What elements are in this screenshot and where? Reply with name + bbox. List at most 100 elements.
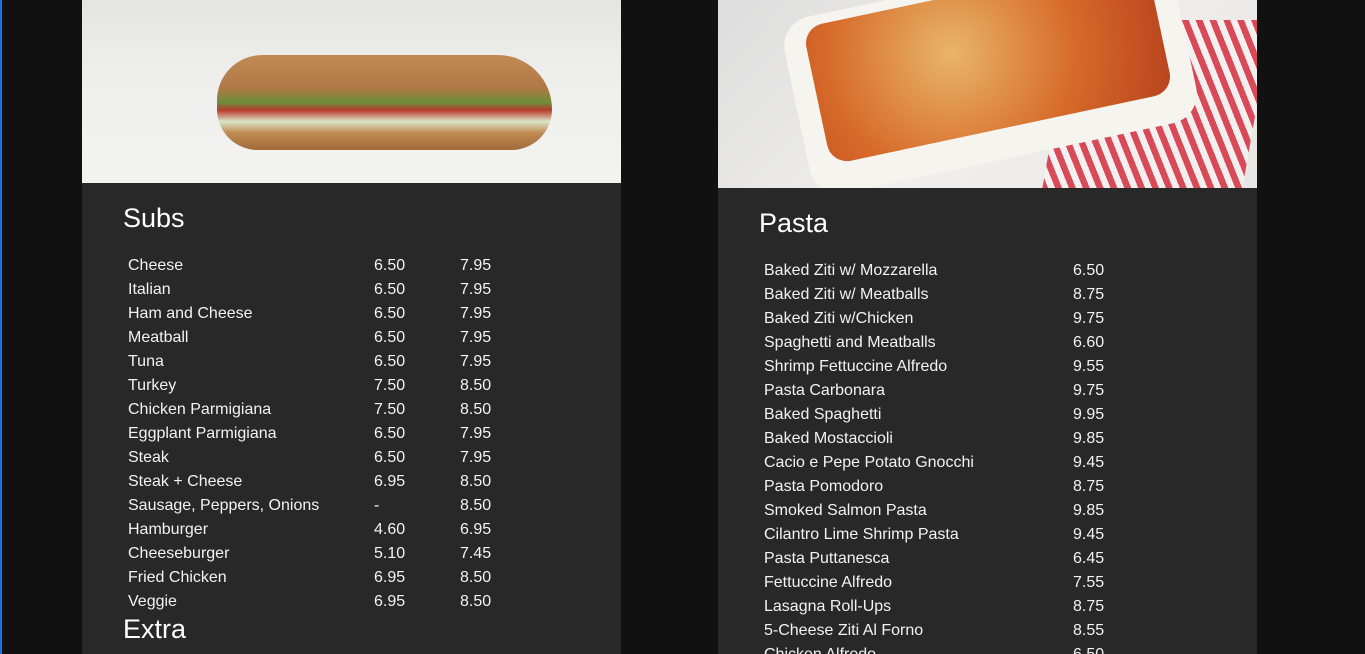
menu-item-small: 4.60 — [374, 521, 406, 538]
menu-item-price: 9.55 — [1073, 358, 1105, 375]
menu-item-large: 7.95 — [460, 353, 492, 370]
menu-item-price: 6.45 — [1073, 550, 1105, 567]
pasta-menu-card: Pasta Baked Ziti w/ Mozzarella 6.50 Baked … — [718, 0, 1257, 654]
menu-item-price: 6.60 — [1073, 334, 1105, 351]
baked-pasta-image — [718, 0, 1257, 188]
extra-heading: Extra — [123, 614, 187, 644]
menu-item-name: Shrimp Fettuccine Alfredo — [764, 358, 948, 375]
menu-item-name: Fettuccine Alfredo — [764, 574, 893, 591]
menu-item-row: Cheese 6.50 7.95 — [126, 254, 493, 278]
menu-item-large: 8.50 — [460, 473, 492, 490]
subs-heading: Subs — [123, 203, 185, 233]
menu-item-row: Eggplant Parmigiana 6.50 7.95 — [126, 422, 493, 446]
menu-item-small: 6.50 — [374, 449, 406, 466]
menu-item-name: Pasta Carbonara — [764, 382, 885, 399]
menu-item-row: Ham and Cheese 6.50 7.95 — [126, 302, 493, 326]
menu-item-name: Tuna — [128, 353, 164, 370]
menu-item-row: Lasagna Roll-Ups 8.75 — [762, 595, 1106, 619]
menu-item-small: 5.10 — [374, 545, 406, 562]
menu-item-name: Spaghetti and Meatballs — [764, 334, 936, 351]
menu-item-name: Cheeseburger — [128, 545, 230, 562]
menu-item-small: 6.50 — [374, 329, 406, 346]
menu-item-name: Ham and Cheese — [128, 305, 253, 322]
menu-item-price: 9.75 — [1073, 310, 1105, 327]
menu-item-small: 6.95 — [374, 473, 406, 490]
menu-item-price: 9.85 — [1073, 430, 1105, 447]
menu-item-row: Cilantro Lime Shrimp Pasta 9.45 — [762, 523, 1106, 547]
menu-item-small: 7.50 — [374, 401, 406, 418]
menu-item-price: 9.45 — [1073, 526, 1105, 543]
menu-item-row: Cheeseburger 5.10 7.45 — [126, 542, 493, 566]
menu-item-row: 5-Cheese Ziti Al Forno 8.55 — [762, 619, 1106, 643]
menu-item-name: Hamburger — [128, 521, 209, 538]
menu-item-row: Chicken Alfredo6.50 — [762, 643, 1106, 654]
menu-item-large: 8.50 — [460, 569, 492, 586]
menu-item-price: 9.85 — [1073, 502, 1105, 519]
menu-item-row: Baked Spaghetti 9.95 — [762, 403, 1106, 427]
menu-item-row: Chicken Parmigiana 7.50 8.50 — [126, 398, 493, 422]
menu-item-name: Steak — [128, 449, 169, 466]
menu-item-large: 8.50 — [460, 401, 492, 418]
menu-item-price: 9.95 — [1073, 406, 1105, 423]
menu-item-price: 6.50 — [1071, 643, 1106, 654]
menu-item-name: Cilantro Lime Shrimp Pasta — [764, 526, 959, 543]
menu-item-row: Steak 6.50 7.95 — [126, 446, 493, 470]
menu-item-price: 9.75 — [1073, 382, 1105, 399]
menu-item-row: Pasta Pomodoro 8.75 — [762, 475, 1106, 499]
menu-item-row: Hamburger 4.60 6.95 — [126, 518, 493, 542]
menu-item-name: Meatball — [128, 329, 189, 346]
menu-item-row: Smoked Salmon Pasta 9.85 — [762, 499, 1106, 523]
menu-item-large: 6.95 — [460, 521, 492, 538]
menu-item-large: 7.95 — [460, 281, 492, 298]
menu-item-name: Lasagna Roll-Ups — [764, 598, 892, 615]
menu-item-price: 7.55 — [1073, 574, 1105, 591]
menu-item-small: 6.50 — [374, 305, 406, 322]
menu-item-name: Cheese — [128, 257, 184, 274]
menu-item-price: 8.75 — [1073, 598, 1105, 615]
menu-item-row: Meatball 6.50 7.95 — [126, 326, 493, 350]
menu-item-row: Baked Ziti w/Chicken 9.75 — [762, 307, 1106, 331]
menu-item-name: Baked Ziti w/ Meatballs — [764, 286, 929, 303]
subs-table: Cheese 6.50 7.95 Italian 6.50 7.95 Ham and Che… — [126, 254, 493, 614]
menu-item-price: 8.75 — [1073, 478, 1105, 495]
menu-item-row: Veggie 6.95 8.50 — [126, 590, 493, 614]
menu-item-large: 7.95 — [460, 425, 492, 442]
menu-item-name: Pasta Pomodoro — [764, 478, 884, 495]
menu-item-small: 6.50 — [374, 353, 406, 370]
menu-item-row: Baked Ziti w/ Mozzarella 6.50 — [762, 259, 1106, 283]
menu-item-row: Sausage, Peppers, Onions - 8.50 — [126, 494, 493, 518]
menu-item-name: Chicken Parmigiana — [128, 401, 272, 418]
menu-item-price: 8.75 — [1073, 286, 1105, 303]
menu-item-small: 6.95 — [374, 593, 406, 610]
menu-item-row: Pasta Puttanesca 6.45 — [762, 547, 1106, 571]
menu-item-name: Veggie — [128, 593, 177, 610]
menu-item-small: - — [374, 497, 380, 514]
menu-item-name: Baked Ziti w/Chicken — [764, 310, 914, 327]
menu-item-row: Baked Ziti w/ Meatballs 8.75 — [762, 283, 1106, 307]
menu-item-row: Italian 6.50 7.95 — [126, 278, 493, 302]
menu-item-row: Cacio e Pepe Potato Gnocchi 9.45 — [762, 451, 1106, 475]
pasta-heading: Pasta — [759, 208, 829, 238]
menu-item-large: 7.95 — [460, 449, 492, 466]
menu-item-name: Baked Spaghetti — [764, 406, 882, 423]
menu-item-row: Fried Chicken 6.95 8.50 — [126, 566, 493, 590]
menu-item-small: 7.50 — [374, 377, 406, 394]
menu-item-name: Chicken Alfredo — [762, 643, 1071, 654]
menu-item-price: 6.50 — [1073, 262, 1105, 279]
menu-item-row: Turkey 7.50 8.50 — [126, 374, 493, 398]
menu-item-large: 7.95 — [460, 305, 492, 322]
menu-item-price: 9.45 — [1073, 454, 1105, 471]
menu-item-price: 8.55 — [1073, 622, 1105, 639]
menu-item-name: Smoked Salmon Pasta — [764, 502, 927, 519]
menu-item-large: 8.50 — [460, 497, 492, 514]
menu-item-large: 8.50 — [460, 377, 492, 394]
menu-item-large: 8.50 — [460, 593, 492, 610]
menu-item-name: Italian — [128, 281, 171, 298]
menu-item-small: 6.95 — [374, 569, 406, 586]
menu-item-large: 7.45 — [460, 545, 492, 562]
menu-item-name: Baked Mostaccioli — [764, 430, 893, 447]
menu-item-row: Pasta Carbonara 9.75 — [762, 379, 1106, 403]
menu-item-row: Spaghetti and Meatballs 6.60 — [762, 331, 1106, 355]
menu-item-name: 5-Cheese Ziti Al Forno — [764, 622, 924, 639]
menu-item-name: Eggplant Parmigiana — [128, 425, 277, 442]
